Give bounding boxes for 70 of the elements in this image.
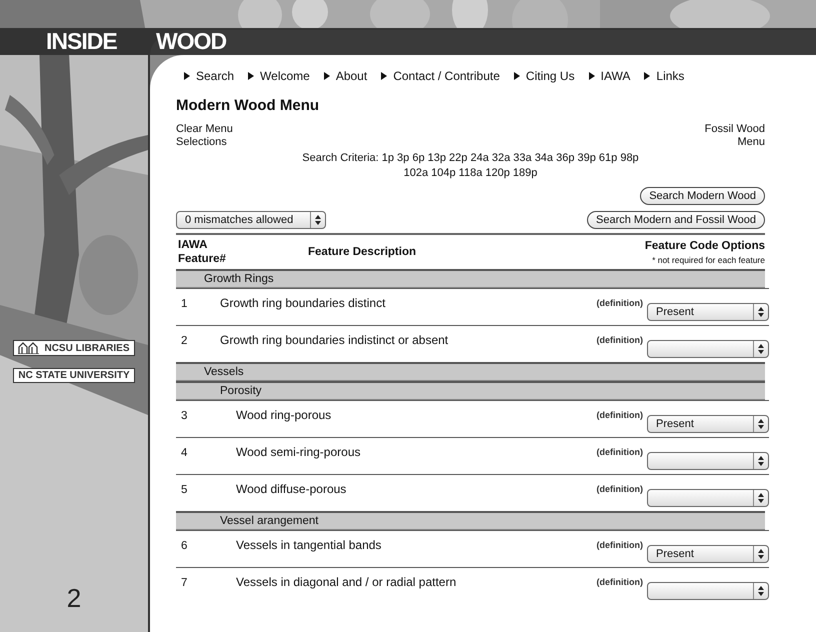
updown-arrows-icon [758, 307, 764, 317]
column-note: * not required for each feature [652, 255, 765, 265]
code-select[interactable] [647, 489, 769, 507]
feature-description: Vessels in tangential bands [235, 537, 382, 554]
nav-link[interactable]: Links [644, 69, 684, 83]
fossil-menu-link[interactable]: Fossil Wood Menu [699, 123, 765, 149]
triangle-icon [184, 72, 190, 80]
page-number: 2 [66, 583, 82, 614]
group-header: Vessels [176, 362, 765, 381]
code-select[interactable]: Present [647, 545, 769, 563]
column-header: Feature Code Options [644, 239, 765, 253]
updown-arrows-icon [758, 419, 764, 429]
search-all-button[interactable]: Search Modern and Fossil Wood [587, 211, 765, 229]
group-header: Porosity [176, 381, 765, 400]
definition-link[interactable]: (definition) [596, 289, 643, 325]
page-heading: Modern Wood Menu [176, 97, 320, 114]
triangle-icon [644, 72, 650, 80]
code-select[interactable]: Present [647, 415, 769, 433]
updown-arrows-icon [758, 549, 764, 559]
mismatch-select[interactable]: 0 mismatches allowed [176, 211, 326, 229]
feature-number: 6 [180, 539, 188, 554]
definition-link[interactable]: (definition) [596, 475, 643, 511]
code-select[interactable] [647, 452, 769, 470]
feature-number: 1 [180, 297, 188, 312]
university-logo[interactable]: NC STATE UNIVERSITY [13, 368, 135, 383]
libraries-logo[interactable]: NCSU LIBRARIES [13, 340, 134, 356]
feature-number: 4 [180, 446, 188, 461]
definition-link[interactable]: (definition) [596, 568, 643, 604]
feature-number: 7 [180, 576, 188, 591]
triangle-icon [588, 72, 595, 80]
updown-arrows-icon [315, 215, 321, 225]
feature-description: Wood semi-ring-porous [235, 444, 362, 461]
search-criteria: 102a 104p 118a 120p 189p [404, 166, 538, 181]
nav-link[interactable]: Welcome [248, 69, 310, 83]
triangle-icon [324, 72, 330, 80]
feature-number: 5 [180, 483, 188, 498]
definition-link[interactable]: (definition) [596, 531, 643, 567]
feature-description: Wood diffuse-porous [235, 481, 348, 498]
search-criteria: Search Criteria: 1p 3p 6p 13p 22p 24a 32a 33a 34a 36p 39p 61p 98p [302, 151, 639, 166]
clear-menu-link[interactable]: Clear Menu Selections [176, 123, 242, 149]
group-header: Vessel arangement [176, 511, 765, 530]
feature-description: Growth ring boundaries distinct [220, 295, 386, 312]
column-header: Feature Description [308, 245, 417, 259]
triangle-icon [514, 72, 520, 80]
nav-link[interactable]: Contact / Contribute [381, 69, 500, 83]
feature-description: Vessels in diagonal and / or radial pattern [235, 574, 458, 591]
search-modern-button[interactable]: Search Modern Wood [640, 187, 765, 205]
definition-link[interactable]: (definition) [596, 401, 643, 437]
nav-link[interactable]: Search [184, 69, 234, 83]
nav-link[interactable]: About [324, 69, 368, 83]
code-select[interactable] [647, 582, 769, 600]
updown-arrows-icon [758, 344, 764, 354]
updown-arrows-icon [758, 586, 764, 596]
triangle-icon [248, 72, 254, 80]
nav-link[interactable]: IAWA [588, 69, 630, 83]
code-select[interactable] [647, 340, 769, 358]
column-header: IAWA Feature# [178, 238, 227, 266]
feature-number: 3 [180, 409, 188, 424]
updown-arrows-icon [758, 456, 764, 466]
definition-link[interactable]: (definition) [596, 326, 643, 362]
feature-number: 2 [180, 334, 188, 349]
definition-link[interactable]: (definition) [596, 438, 643, 474]
feature-description: Wood ring-porous [235, 407, 332, 424]
nav-link[interactable]: Citing Us [514, 69, 575, 83]
triangle-icon [381, 72, 388, 80]
code-select[interactable]: Present [647, 303, 769, 321]
building-icon [18, 342, 40, 354]
group-header: Growth Rings [176, 269, 765, 288]
feature-description: Growth ring boundaries indistinct or absent [220, 332, 450, 349]
updown-arrows-icon [758, 493, 764, 503]
